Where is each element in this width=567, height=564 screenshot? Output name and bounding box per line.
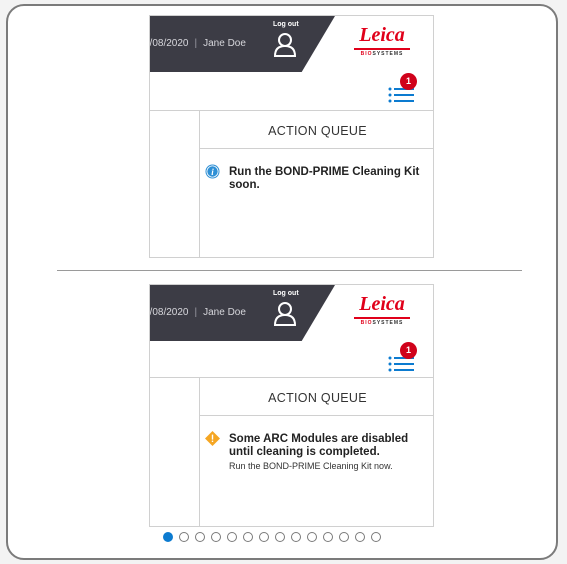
pager-dot[interactable] [291, 532, 301, 542]
logout-label[interactable]: Log out [273, 290, 299, 297]
date-label: 4/08/2020 [149, 307, 189, 318]
pager-dot[interactable] [163, 532, 173, 542]
header-divider [150, 110, 433, 111]
leica-logo: Leica BIOSYSTEMS [352, 24, 412, 61]
pager [163, 532, 381, 544]
pager-dot[interactable] [243, 532, 253, 542]
queue-message: Some ARC Modules are disabled until clea… [229, 433, 429, 472]
queue-count-badge: 1 [400, 342, 417, 359]
panel-title: ACTION QUEUE [268, 391, 367, 405]
header-divider [150, 377, 433, 378]
screen-panel-2: 4/08/2020 | Jane Doe Log out Leica BIOSYST… [149, 284, 434, 527]
logout-label[interactable]: Log out [273, 21, 299, 28]
date-user-line: 4/08/2020 | Jane Doe [149, 38, 246, 49]
separator: | [194, 307, 198, 318]
date-user-line: 4/08/2020 | Jane Doe [149, 307, 246, 318]
title-divider [200, 148, 433, 149]
section-divider [57, 270, 522, 271]
title-divider [200, 415, 433, 416]
pager-dot[interactable] [355, 532, 365, 542]
queue-message: Run the BOND-PRIME Cleaning Kit soon. [229, 166, 429, 192]
logo-subtitle: BIOSYSTEMS [360, 320, 404, 326]
screen-panel-1: 4/08/2020 | Jane Doe Log out Leica BIOSYST… [149, 15, 434, 258]
pager-dot[interactable] [227, 532, 237, 542]
user-icon[interactable] [272, 301, 298, 327]
warning-icon [205, 431, 220, 446]
pager-dot[interactable] [371, 532, 381, 542]
pager-dot[interactable] [179, 532, 189, 542]
date-label: 4/08/2020 [149, 38, 189, 49]
logo-underline [354, 48, 410, 50]
pager-dot[interactable] [339, 532, 349, 542]
pager-dot[interactable] [211, 532, 221, 542]
queue-count-badge: 1 [400, 73, 417, 90]
pager-dot[interactable] [307, 532, 317, 542]
pager-dot[interactable] [259, 532, 269, 542]
user-icon[interactable] [272, 32, 298, 58]
logo-word: Leica [359, 293, 405, 315]
separator: | [194, 38, 198, 49]
logo-word: Leica [359, 24, 405, 46]
logo-subtitle: BIOSYSTEMS [360, 51, 404, 57]
user-name: Jane Doe [203, 307, 246, 318]
logo-underline [354, 317, 410, 319]
message-bold: Run the BOND-PRIME Cleaning Kit soon. [229, 166, 420, 191]
info-icon: i [205, 164, 220, 179]
panel-title: ACTION QUEUE [268, 124, 367, 138]
pager-dot[interactable] [323, 532, 333, 542]
pager-dot[interactable] [195, 532, 205, 542]
pager-dot[interactable] [275, 532, 285, 542]
user-name: Jane Doe [203, 38, 246, 49]
message-bold: Some ARC Modules are disabled until clea… [229, 433, 409, 458]
message-detail: Run the BOND-PRIME Cleaning Kit now. [229, 461, 393, 471]
leica-logo: Leica BIOSYSTEMS [352, 293, 412, 330]
